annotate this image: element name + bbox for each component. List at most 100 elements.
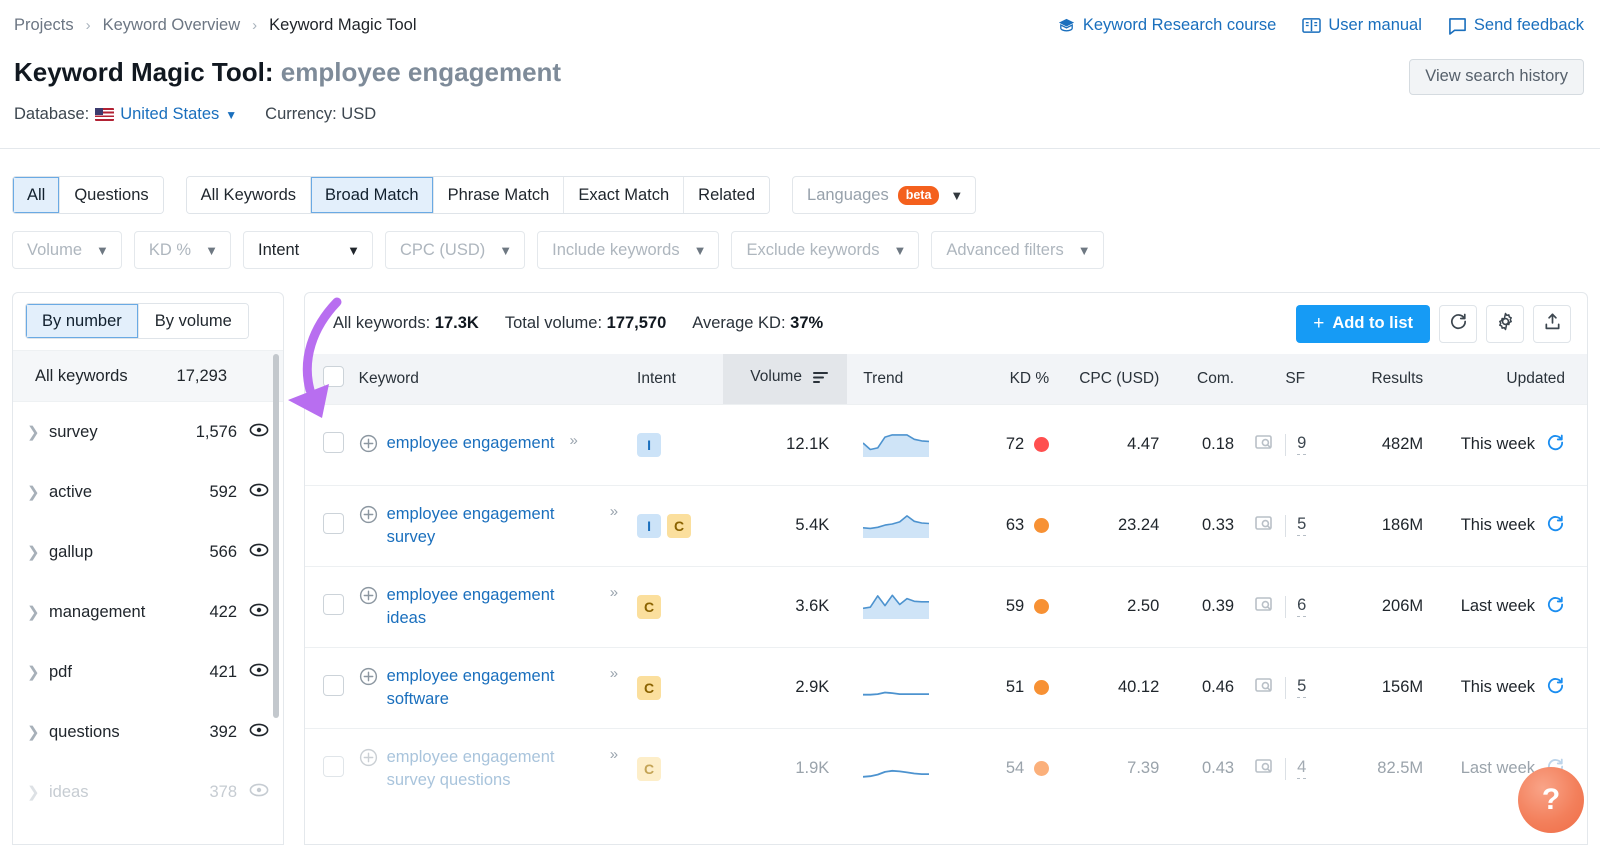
table-row[interactable]: employee engagement ideas » C 3.6K 59 2.50 0.3…	[305, 566, 1587, 647]
column-results[interactable]: Results	[1325, 354, 1434, 404]
intent-badge-I[interactable]: I	[637, 513, 662, 538]
row-checkbox[interactable]	[323, 512, 344, 534]
serp-preview-icon[interactable]	[1254, 676, 1274, 700]
sidebar-sort-by-number[interactable]: By number	[26, 304, 139, 338]
chevron-right-icon[interactable]: ❯	[27, 783, 49, 801]
column-cpc[interactable]: CPC (USD)	[1059, 354, 1170, 404]
eye-icon[interactable]	[249, 483, 269, 502]
intent-badge-C[interactable]: C	[637, 675, 662, 700]
column-kd[interactable]: KD %	[957, 354, 1060, 404]
serp-features-count[interactable]: 5	[1297, 515, 1307, 536]
breadcrumb-item-projects[interactable]: Projects	[14, 16, 74, 35]
filter-intent[interactable]: Intent ▼	[242, 231, 373, 269]
chevron-right-icon[interactable]: ❯	[27, 543, 49, 561]
column-com[interactable]: Com.	[1169, 354, 1245, 404]
column-volume[interactable]: Volume	[722, 354, 848, 404]
settings-button[interactable]	[1486, 304, 1524, 343]
sidebar-item-active[interactable]: ❯ active 592	[13, 462, 283, 522]
filter-include-keywords[interactable]: Include keywords ▼	[537, 231, 720, 269]
sidebar-item-management[interactable]: ❯ management 422	[13, 582, 283, 642]
filter-cpc[interactable]: CPC (USD) ▼	[384, 231, 526, 269]
eye-icon[interactable]	[249, 543, 269, 562]
user-manual-link[interactable]: User manual	[1302, 16, 1422, 35]
eye-icon[interactable]	[249, 723, 269, 742]
column-intent[interactable]: Intent	[627, 354, 723, 404]
column-sf[interactable]: SF	[1244, 354, 1326, 404]
sidebar-sort-by-volume[interactable]: By volume	[138, 304, 248, 338]
double-chevron-icon[interactable]: »	[610, 503, 618, 520]
serp-preview-icon[interactable]	[1254, 595, 1274, 619]
keyword-link[interactable]: employee engagement ideas	[387, 584, 595, 630]
sidebar-item-pdf[interactable]: ❯ pdf 421	[13, 642, 283, 702]
column-updated[interactable]: Updated	[1433, 354, 1587, 404]
sidebar-item-questions[interactable]: ❯ questions 392	[13, 702, 283, 762]
chevron-right-icon[interactable]: ❯	[27, 603, 49, 621]
serp-preview-icon[interactable]	[1254, 757, 1274, 781]
double-chevron-icon[interactable]: »	[610, 746, 618, 763]
tab-all-keywords[interactable]: All Keywords	[186, 177, 312, 213]
help-button[interactable]: ?	[1518, 767, 1584, 833]
keyword-research-course-link[interactable]: Keyword Research course	[1057, 16, 1276, 35]
keyword-link[interactable]: employee engagement survey	[387, 503, 595, 549]
tab-related[interactable]: Related	[684, 177, 770, 213]
sidebar-item-all-keywords[interactable]: All keywords 17,293	[13, 350, 283, 402]
database-value[interactable]: United States	[120, 105, 219, 124]
filter-exclude-keywords[interactable]: Exclude keywords ▼	[731, 231, 920, 269]
serp-preview-icon[interactable]	[1254, 433, 1274, 457]
tab-questions[interactable]: Questions	[60, 177, 163, 213]
add-keyword-icon[interactable]	[359, 667, 378, 691]
add-to-list-button[interactable]: + Add to list	[1296, 304, 1430, 343]
update-refresh-icon[interactable]	[1546, 433, 1565, 457]
intent-badge-C[interactable]: C	[637, 756, 662, 781]
tab-phrase-match[interactable]: Phrase Match	[433, 177, 565, 213]
add-keyword-icon[interactable]	[359, 434, 378, 458]
add-keyword-icon[interactable]	[359, 748, 378, 772]
sidebar-item-ideas[interactable]: ❯ ideas 378	[13, 762, 283, 822]
sidebar-scrollbar[interactable]	[273, 354, 279, 718]
keyword-link[interactable]: employee engagement	[387, 432, 555, 455]
eye-icon[interactable]	[249, 663, 269, 682]
tab-broad-match[interactable]: Broad Match	[311, 177, 434, 213]
table-row[interactable]: employee engagement » I 12.1K 72 4.47 0.18 9 482…	[305, 404, 1587, 485]
table-row[interactable]: employee engagement survey » I C 5.4K 63 23.24…	[305, 485, 1587, 566]
double-chevron-icon[interactable]: »	[610, 665, 618, 682]
double-chevron-icon[interactable]: »	[570, 432, 578, 449]
column-trend[interactable]: Trend	[847, 354, 958, 404]
sidebar-item-gallup[interactable]: ❯ gallup 566	[13, 522, 283, 582]
filter-volume[interactable]: Volume ▼	[12, 231, 122, 269]
chevron-right-icon[interactable]: ❯	[27, 723, 49, 741]
export-button[interactable]	[1533, 304, 1571, 343]
update-refresh-icon[interactable]	[1546, 676, 1565, 700]
intent-badge-C[interactable]: C	[667, 513, 692, 538]
serp-features-count[interactable]: 6	[1297, 596, 1307, 617]
double-chevron-icon[interactable]: »	[610, 584, 618, 601]
send-feedback-link[interactable]: Send feedback	[1448, 16, 1584, 35]
sidebar-item-survey[interactable]: ❯ survey 1,576	[13, 402, 283, 462]
intent-badge-I[interactable]: I	[637, 432, 662, 457]
serp-preview-icon[interactable]	[1254, 514, 1274, 538]
row-checkbox[interactable]	[323, 674, 344, 696]
filter-advanced[interactable]: Advanced filters ▼	[931, 231, 1104, 269]
tab-exact-match[interactable]: Exact Match	[564, 177, 685, 213]
filter-kd[interactable]: KD % ▼	[133, 231, 231, 269]
breadcrumb-item-keyword-magic-tool[interactable]: Keyword Magic Tool	[269, 16, 416, 35]
serp-features-count[interactable]: 9	[1297, 434, 1307, 455]
update-refresh-icon[interactable]	[1546, 514, 1565, 538]
serp-features-count[interactable]: 4	[1297, 758, 1307, 780]
serp-features-count[interactable]: 5	[1297, 677, 1307, 698]
add-keyword-icon[interactable]	[359, 586, 378, 610]
select-all-checkbox[interactable]	[323, 365, 344, 387]
keyword-link[interactable]: employee engagement survey questions	[387, 746, 595, 792]
chevron-right-icon[interactable]: ❯	[27, 483, 49, 501]
refresh-button[interactable]	[1439, 304, 1477, 343]
row-checkbox[interactable]	[323, 755, 344, 777]
intent-badge-C[interactable]: C	[637, 594, 662, 619]
keyword-link[interactable]: employee engagement software	[387, 665, 595, 711]
update-refresh-icon[interactable]	[1546, 595, 1565, 619]
add-keyword-icon[interactable]	[359, 505, 378, 529]
database-selector[interactable]: Database: United States ▼	[14, 105, 237, 124]
eye-icon[interactable]	[249, 423, 269, 442]
chevron-right-icon[interactable]: ❯	[27, 663, 49, 681]
table-row[interactable]: employee engagement survey questions » C 1.…	[305, 728, 1587, 809]
eye-icon[interactable]	[249, 783, 269, 802]
